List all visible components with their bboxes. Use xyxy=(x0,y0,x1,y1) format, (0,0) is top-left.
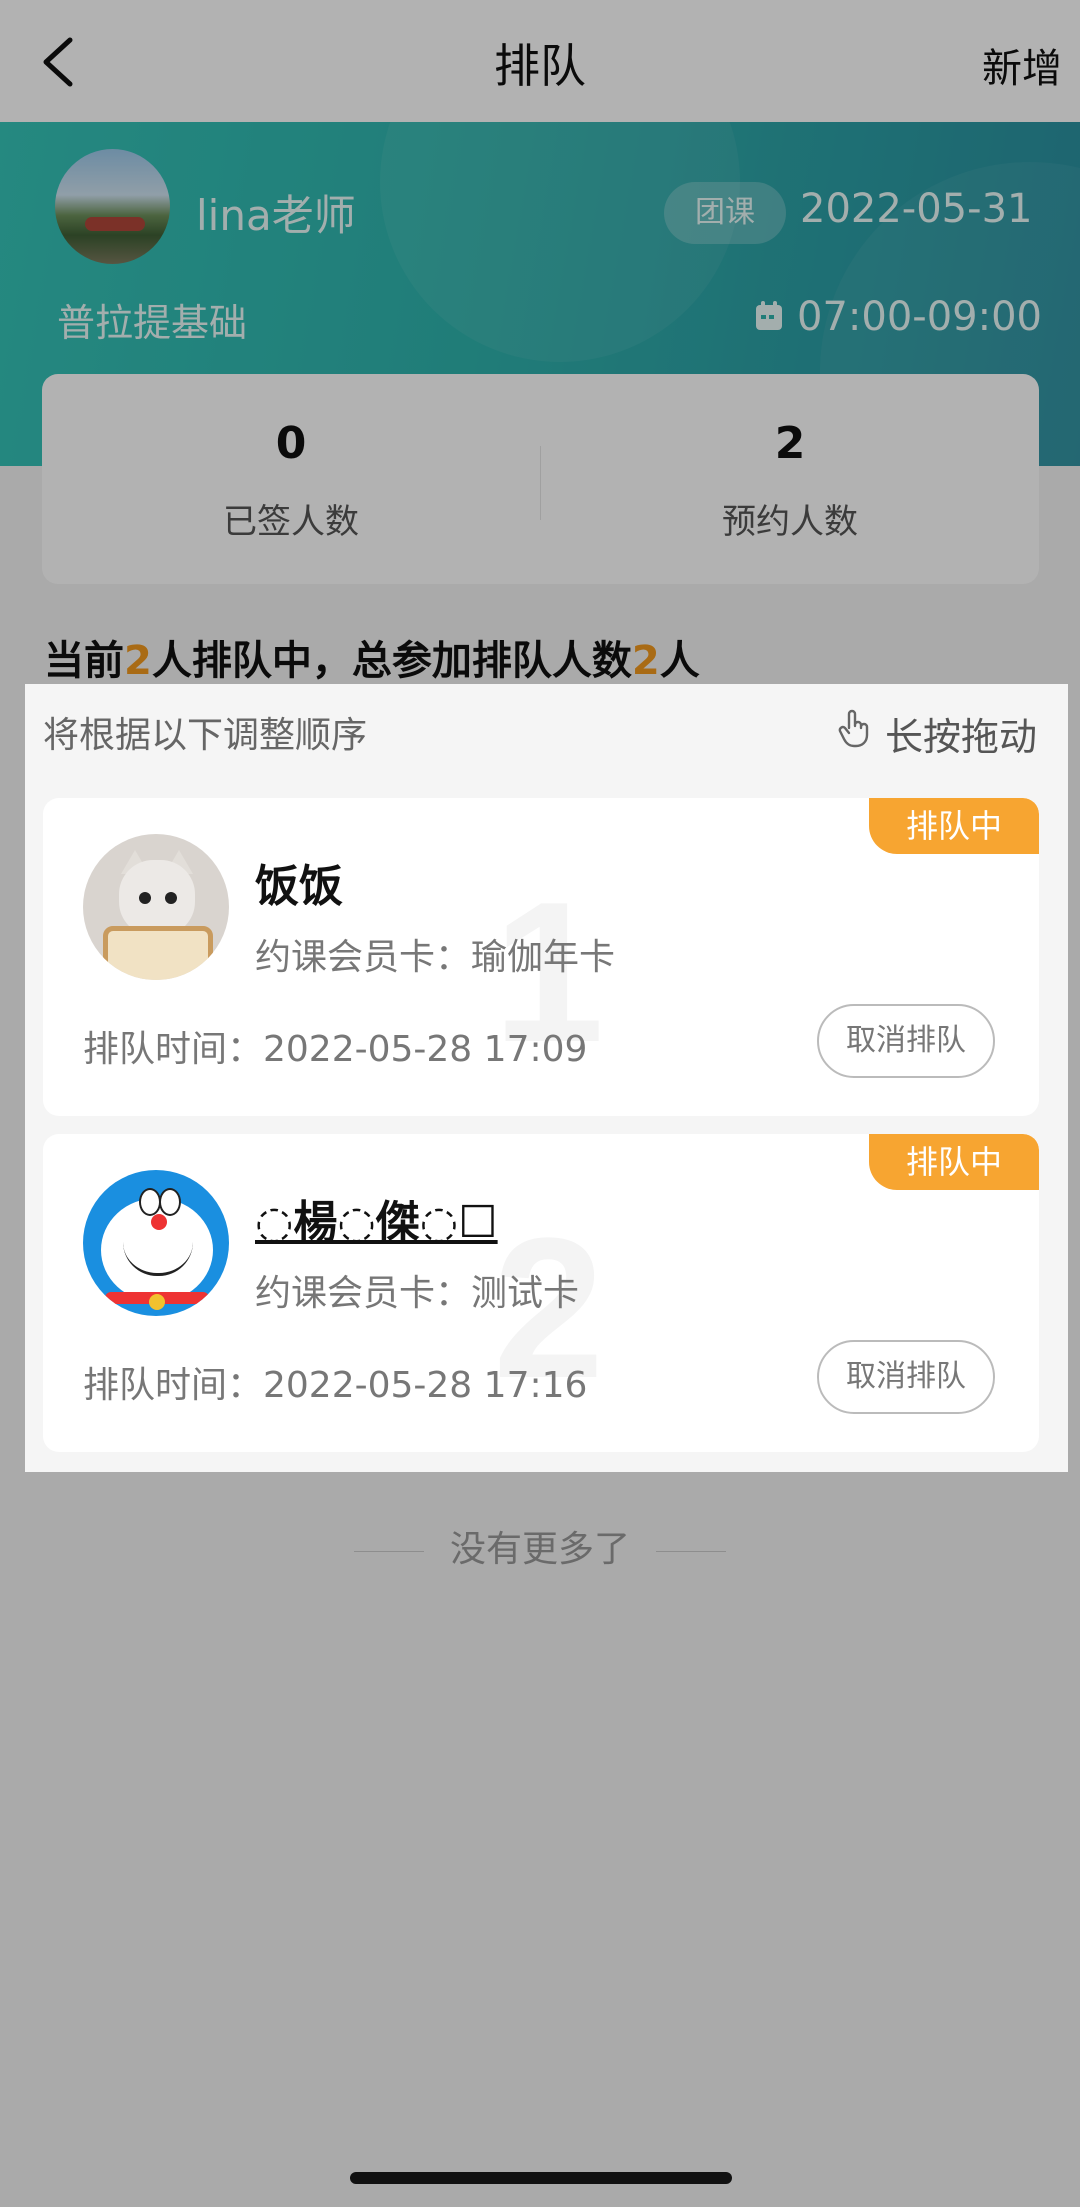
queue-page: 排队 新增 lina老师 团课 2022-05-31 普拉提基础 07:00-0… xyxy=(0,0,1080,2207)
member-name: ◌楊◌傑◌☐ xyxy=(255,1197,498,1248)
status-badge: 排队中 xyxy=(869,1134,1039,1190)
member-card: 约课会员卡：瑜伽年卡 xyxy=(255,937,616,978)
dim-overlay[interactable] xyxy=(1068,684,1080,1472)
home-indicator[interactable] xyxy=(350,2172,732,2184)
cat-avatar xyxy=(83,834,229,980)
hand-pointer-icon xyxy=(838,709,869,748)
dim-overlay[interactable] xyxy=(0,0,1080,684)
doraemon-avatar xyxy=(83,1170,229,1316)
member-name: 饭饭 xyxy=(255,861,343,912)
status-badge: 排队中 xyxy=(869,798,1039,854)
queue-item[interactable]: 1 排队中 饭饭 约课会员卡：瑜伽年卡 排队时间：2022-05-28 17:0… xyxy=(43,798,1039,1116)
member-card: 约课会员卡：测试卡 xyxy=(255,1273,580,1314)
reorder-hint: 将根据以下调整顺序 xyxy=(43,715,368,756)
queue-time: 排队时间：2022-05-28 17:16 xyxy=(83,1365,588,1406)
dim-overlay[interactable] xyxy=(0,684,25,1472)
cancel-queue-button[interactable]: 取消排队 xyxy=(817,1340,995,1414)
queue-item[interactable]: 2 排队中 ◌楊◌傑◌☐ 约课会员卡：测试卡 排队时间：2022-05-28 1… xyxy=(43,1134,1039,1452)
drag-label: 长按拖动 xyxy=(885,715,1038,759)
queue-list-panel: 将根据以下调整顺序 长按拖动 1 排队中 饭饭 约课会员卡：瑜伽年卡 排队时间：… xyxy=(25,684,1068,1472)
cancel-queue-button[interactable]: 取消排队 xyxy=(817,1004,995,1078)
queue-time: 排队时间：2022-05-28 17:09 xyxy=(83,1029,588,1070)
dim-overlay[interactable] xyxy=(0,1472,1080,2207)
